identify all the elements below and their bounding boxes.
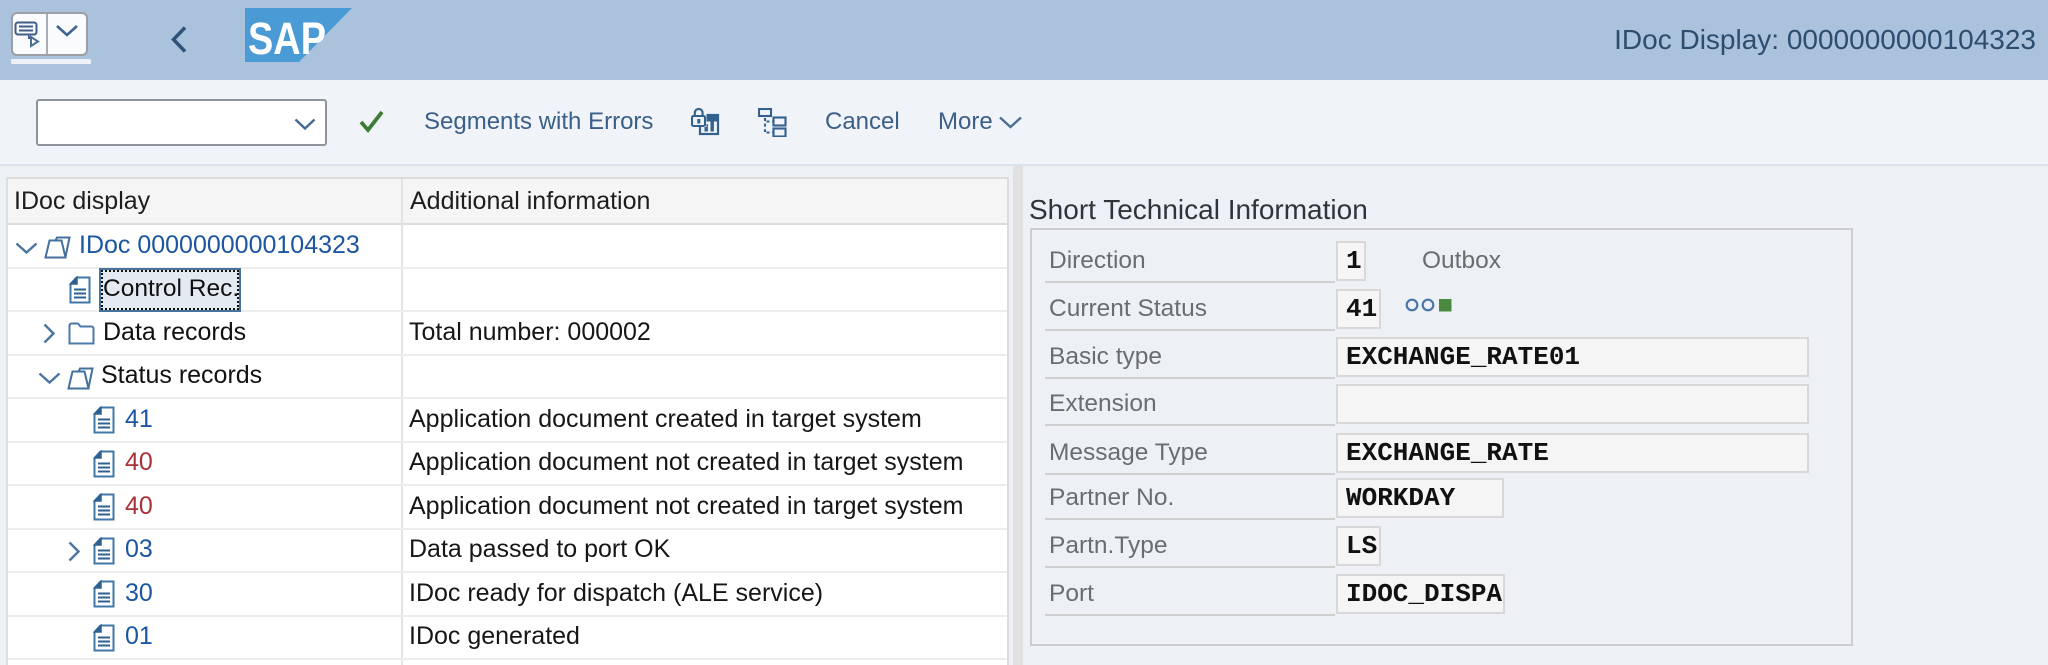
- svg-text:SAP: SAP: [248, 13, 326, 62]
